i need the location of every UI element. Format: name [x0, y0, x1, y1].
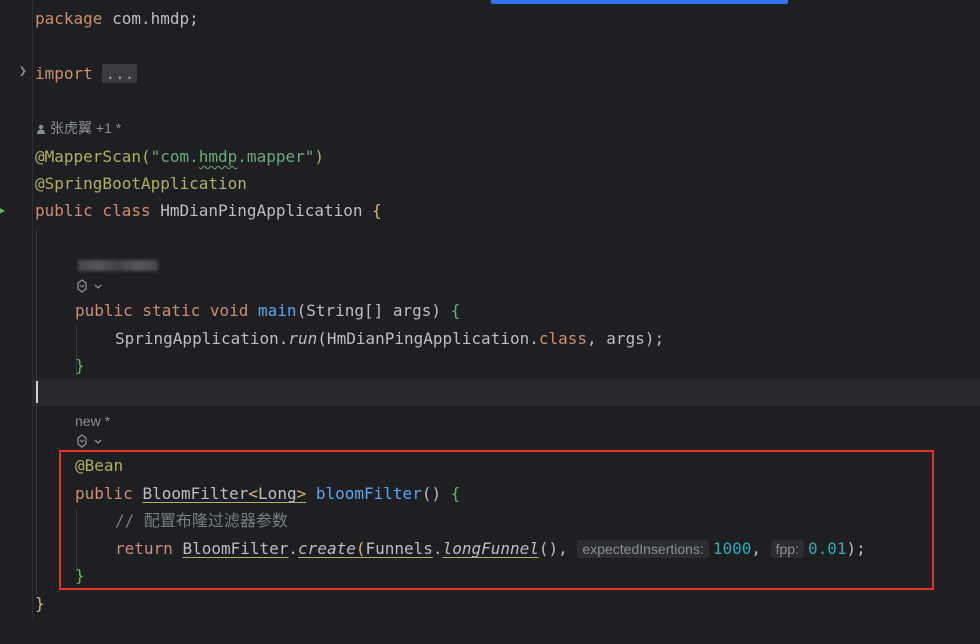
annotation: @SpringBootApplication	[35, 174, 247, 193]
code-line-package[interactable]: package com.hmdp;	[0, 5, 980, 32]
keyword: package	[35, 9, 103, 28]
text-caret	[36, 381, 38, 403]
string-part: .mapper"	[237, 147, 315, 166]
brace: {	[372, 201, 382, 220]
red-highlight-box	[59, 450, 934, 590]
class-name: HmDianPingApplication	[160, 201, 373, 220]
code-line-class-decl[interactable]: public class HmDianPingApplication {	[0, 197, 980, 224]
chevron-down-icon	[94, 284, 102, 289]
blurred-author-hint	[78, 260, 158, 271]
string-part: "com.	[150, 147, 199, 166]
author-text: 张虎翼 +1 *	[50, 120, 122, 136]
class-ref: SpringApplication.	[115, 329, 289, 348]
code-line-main-decl[interactable]: public static void main(String[] args) {	[0, 297, 980, 324]
ai-assistant-icon[interactable]	[74, 278, 104, 296]
code-line-springboot[interactable]: @SpringBootApplication	[0, 170, 980, 197]
brace: }	[75, 356, 85, 375]
editor-tab-indicator	[491, 0, 788, 4]
brace: {	[450, 301, 461, 320]
new-hint-text: new *	[75, 413, 111, 429]
string-part: hmdp	[198, 147, 238, 166]
keyword: public static void	[75, 301, 259, 320]
keyword: class	[538, 329, 588, 348]
code-line-main-close[interactable]: }	[0, 352, 980, 379]
new-hint[interactable]: new *	[75, 410, 110, 432]
method-name: main	[258, 301, 297, 320]
code-line-run-call[interactable]: SpringApplication.run(HmDianPingApplicat…	[0, 325, 980, 352]
arguments: (HmDianPingApplication.	[317, 329, 539, 348]
code-line-mapperscan[interactable]: @MapperScan("com.hmdp.mapper")	[0, 143, 980, 170]
keyword: import	[35, 64, 93, 83]
code-line-class-close[interactable]: }	[0, 590, 980, 617]
chevron-down-icon	[94, 439, 102, 444]
arguments: , args);	[587, 329, 665, 348]
current-line-highlight	[33, 379, 980, 406]
author-hint[interactable]: 张虎翼 +1 *	[36, 117, 121, 139]
annotation: @MapperScan(	[35, 147, 151, 166]
method-call: run	[288, 329, 318, 348]
package-name: com.hmdp;	[102, 9, 199, 28]
folded-imports[interactable]: ...	[102, 64, 138, 83]
user-icon	[37, 124, 45, 134]
parameters: (String[] args)	[296, 301, 451, 320]
ai-assistant-icon[interactable]	[74, 433, 104, 451]
keyword: public class	[35, 201, 161, 220]
annotation-close: )	[314, 147, 324, 166]
code-line-import[interactable]: import ...	[0, 60, 980, 87]
brace: }	[35, 594, 45, 613]
